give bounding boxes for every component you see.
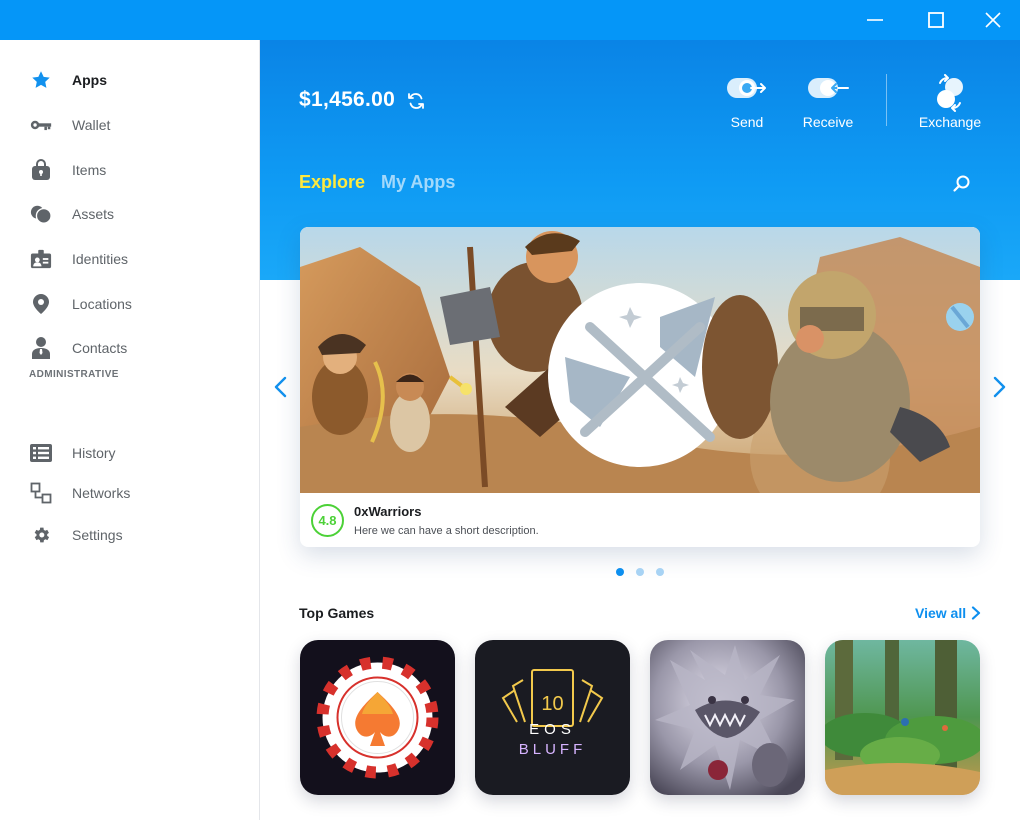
sidebar-item-locations[interactable]: Locations (0, 284, 259, 324)
bag-icon (30, 159, 52, 181)
sidebar-item-label: Identities (72, 251, 129, 267)
game-tile-poker[interactable] (300, 640, 455, 795)
minimize-icon (867, 19, 883, 21)
send-label: Send (730, 114, 764, 130)
balance-amount: $1,456.00 (299, 88, 396, 111)
list-icon (30, 442, 52, 464)
sidebar-item-label: Apps (72, 72, 107, 88)
id-card-icon (30, 248, 52, 270)
sidebar-item-label: Contacts (72, 340, 128, 356)
search-icon[interactable] (951, 173, 973, 195)
receive-icon (808, 78, 849, 98)
sidebar-item-label: History (72, 445, 116, 461)
game-tile-forest[interactable] (825, 640, 980, 795)
carousel-dot-1[interactable] (616, 568, 624, 576)
coins-icon (30, 203, 52, 225)
sidebar-item-contacts[interactable]: Contacts (0, 328, 259, 368)
exchange-button[interactable]: Exchange (910, 70, 990, 134)
card-value: 10 (541, 693, 563, 715)
receive-button[interactable]: Receive (788, 70, 868, 134)
sidebar-item-label: Locations (72, 296, 132, 312)
sidebar-item-networks[interactable]: Networks (0, 473, 259, 513)
send-icon (727, 78, 766, 98)
carousel-next-arrow[interactable] (989, 375, 1009, 399)
dragon-image (650, 640, 805, 795)
refresh-icon[interactable] (406, 91, 426, 111)
sidebar-item-label: Assets (72, 206, 115, 222)
close-button[interactable] (965, 0, 1020, 40)
carousel-dot-2[interactable] (636, 568, 644, 576)
sidebar-item-label: Settings (72, 527, 123, 543)
maximize-button[interactable] (908, 0, 964, 40)
section-label-administrative: ADMINISTRATIVE (29, 369, 119, 380)
poker-chip-image (300, 640, 455, 795)
eos-bluff-image: 10 EOS BLUFF (475, 640, 630, 795)
game-logo-line2: BLUFF (519, 741, 587, 758)
sidebar-item-label: Items (72, 162, 107, 178)
receive-label: Receive (802, 114, 854, 130)
send-button[interactable]: Send (707, 70, 787, 134)
game-logo-line1: EOS (529, 721, 576, 738)
header-divider (886, 74, 887, 126)
sidebar-item-label: Wallet (72, 117, 111, 133)
sidebar-item-items[interactable]: Items (0, 150, 259, 190)
person-icon (30, 337, 52, 359)
exchange-icon (937, 74, 963, 112)
close-icon (985, 12, 1001, 28)
game-tile-eos-bluff[interactable]: 10 EOS BLUFF (475, 640, 630, 795)
exchange-label: Exchange (918, 114, 982, 130)
carousel-pagination (616, 568, 668, 576)
sidebar-item-wallet[interactable]: Wallet (0, 105, 259, 145)
carousel-prev-arrow[interactable] (271, 375, 291, 399)
key-icon (30, 114, 52, 136)
sidebar-item-label: Networks (72, 485, 131, 501)
view-all-link[interactable]: View all (915, 605, 966, 621)
network-icon (30, 482, 52, 504)
title-bar (0, 0, 1020, 40)
sidebar-item-history[interactable]: History (0, 433, 259, 473)
location-pin-icon (30, 293, 52, 315)
rating-badge: 4.8 (311, 504, 344, 537)
chevron-right-icon[interactable] (970, 606, 982, 620)
featured-app-description: Here we can have a short description. (354, 525, 539, 537)
sidebar-item-identities[interactable]: Identities (0, 239, 259, 279)
game-tile-dragon[interactable] (650, 640, 805, 795)
featured-banner-image (300, 227, 980, 493)
sidebar-item-apps[interactable]: Apps (0, 60, 259, 100)
star-icon (30, 69, 52, 91)
minimize-button[interactable] (847, 0, 903, 40)
featured-app-title: 0xWarriors (354, 504, 422, 519)
sidebar-item-settings[interactable]: Settings (0, 515, 259, 555)
carousel-dot-3[interactable] (656, 568, 664, 576)
tab-my-apps[interactable]: My Apps (381, 172, 455, 193)
tab-explore[interactable]: Explore (299, 172, 365, 193)
sidebar-item-assets[interactable]: Assets (0, 194, 259, 234)
featured-app-card[interactable]: 4.8 0xWarriors Here we can have a short … (300, 227, 980, 547)
maximize-icon (928, 12, 944, 28)
gear-icon (30, 524, 52, 546)
forest-image (825, 640, 980, 795)
top-games-title: Top Games (299, 605, 375, 621)
